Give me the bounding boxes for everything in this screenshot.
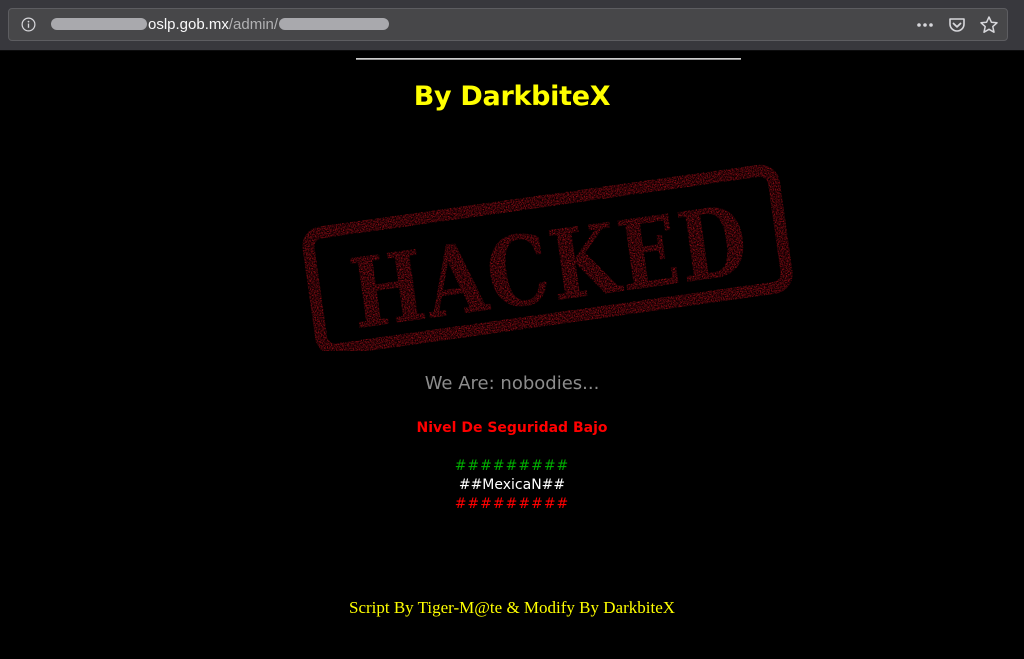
url-text[interactable]: oslp.gob.mx/admin/ [51, 16, 390, 34]
hacked-stamp-text: HACKED [344, 184, 756, 351]
browser-toolbar: oslp.gob.mx/admin/ [0, 0, 1024, 51]
horizontal-rule [356, 58, 741, 60]
url-host: oslp.gob.mx [148, 16, 229, 33]
credits-text: Script By Tiger-M@te & Modify By Darkbit… [348, 598, 676, 617]
url-path: /admin/ [228, 16, 279, 33]
redacted-path-part [279, 17, 390, 30]
page-action-icons [915, 14, 999, 36]
redacted-host-part [51, 17, 147, 30]
page-title: By DarkbiteX [413, 81, 611, 112]
info-icon[interactable] [21, 17, 36, 32]
bookmark-star-icon[interactable] [979, 15, 999, 35]
defaced-page: By DarkbiteX HACKED We Are: nobodies... … [0, 51, 1024, 659]
hash-line-bottom: ######### [454, 496, 570, 512]
page-actions-icon[interactable] [915, 15, 935, 35]
security-level-text: Nivel De Seguridad Bajo [416, 420, 608, 436]
hash-line-top: ######### [454, 458, 570, 474]
pocket-icon[interactable] [947, 15, 967, 35]
we-are-text: We Are: nobodies... [424, 373, 600, 394]
group-name: ##MexicaN## [458, 477, 566, 493]
hacked-stamp-image: HACKED [302, 164, 793, 351]
address-bar[interactable]: oslp.gob.mx/admin/ [8, 8, 1008, 41]
